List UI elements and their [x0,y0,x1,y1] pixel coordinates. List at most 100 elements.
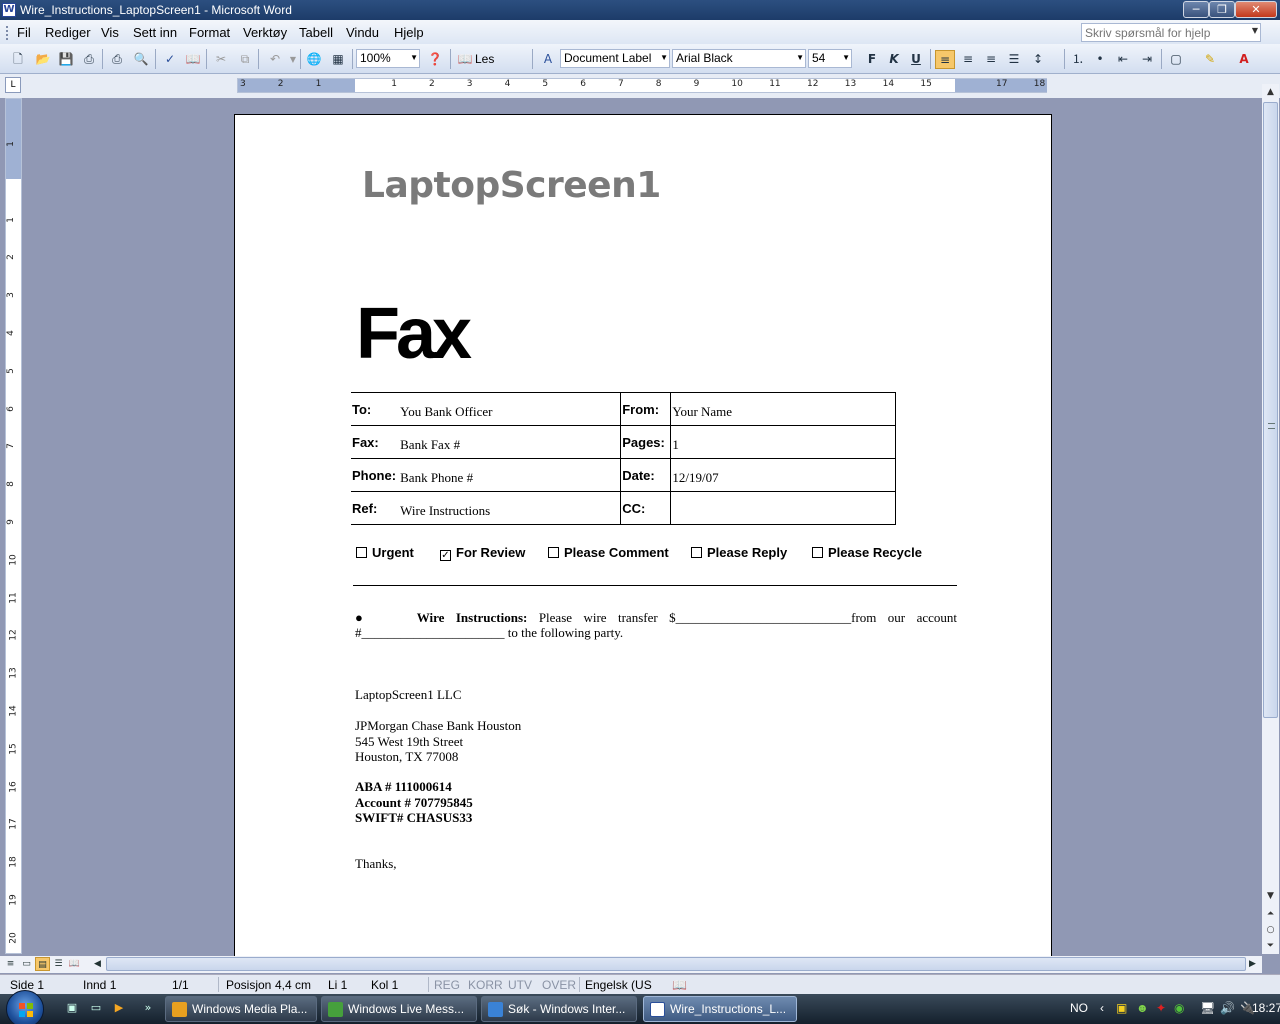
undo-icon[interactable]: ↶ [265,50,285,69]
help-icon[interactable]: ❓ [425,50,445,69]
menu-sett-inn[interactable]: Sett inn [133,25,177,40]
bullet-list-icon[interactable]: • [1090,50,1110,69]
table-icon[interactable]: ▦ [328,50,348,69]
open-folder-icon[interactable]: 📂 [33,50,53,69]
task-windows-media-player[interactable]: Windows Media Pla... [165,996,317,1022]
task-internet-explorer[interactable]: Søk - Windows Inter... [481,996,637,1022]
cc-value[interactable] [670,491,896,525]
vertical-scrollbar[interactable]: ▲ ▼ ⏶ ○ ⏷ [1262,84,1279,954]
tray-expand-icon[interactable]: ‹ [1100,1001,1104,1015]
closing-text[interactable]: Thanks, [355,856,397,872]
please-recycle-checkbox[interactable]: Please Recycle [812,545,922,560]
permission-icon[interactable]: ⎙ [79,50,99,69]
scroll-thumb[interactable] [106,957,1246,971]
cut-icon[interactable]: ✂ [211,50,231,69]
menu-format[interactable]: Format [189,25,230,40]
media-player-icon[interactable]: ▶ [111,1001,127,1017]
chevron-down-icon[interactable]: ▼ [842,53,850,62]
word-app-icon[interactable]: W [2,3,16,17]
chevron-down-icon[interactable]: ▼ [410,53,418,62]
browse-object-icon[interactable]: ○ [1262,922,1279,938]
scroll-up-icon[interactable]: ▲ [1262,84,1279,100]
tray-app-icon[interactable]: ▣ [1116,1001,1127,1015]
bank-address[interactable]: JPMorgan Chase Bank Houston 545 West 19t… [355,718,521,765]
clock[interactable]: 18:27 [1252,1001,1280,1015]
increase-indent-icon[interactable]: ⇥ [1137,50,1157,69]
urgent-checkbox[interactable]: Urgent [356,545,414,560]
underline-button[interactable]: U [906,50,926,69]
copy-icon[interactable]: ⧉ [235,50,255,69]
chevron-down-icon[interactable]: ▼ [660,53,668,62]
menu-tabell[interactable]: Tabell [299,25,333,40]
show-desktop-icon[interactable]: ▣ [64,1001,80,1017]
web-layout-icon[interactable]: ▭ [19,957,34,971]
italic-button[interactable]: K [884,50,904,69]
menu-hjelp[interactable]: Hjelp [394,25,424,40]
quicklaunch-more-icon[interactable]: » [140,1001,156,1017]
horizontal-ruler[interactable]: 3 2 1 1 2 3 4 5 6 7 8 9 10 11 12 13 14 15 17 18 [237,78,1047,93]
previous-page-icon[interactable]: ⏶ [1262,906,1279,922]
help-search-box[interactable]: ▼ [1081,23,1261,42]
task-word-document[interactable]: Wire_Instructions_L... [643,996,797,1022]
fax-value[interactable]: Bank Fax # [399,425,622,459]
menu-verktoy[interactable]: Verktøy [243,25,287,40]
chevron-down-icon[interactable]: ▼ [796,53,804,62]
font-select[interactable]: Arial Black ▼ [672,49,806,68]
read-mode-label[interactable]: Les [475,52,494,66]
horizontal-scrollbar[interactable]: ◀ ▶ [90,956,1260,973]
help-search-input[interactable] [1085,25,1245,40]
save-icon[interactable]: 💾 [56,50,76,69]
vertical-ruler[interactable]: 1 1 2 3 4 5 6 7 8 9 10 11 12 13 14 15 16 17 18 19 20 [5,98,22,954]
styles-pane-icon[interactable]: A [538,50,558,69]
start-button[interactable] [6,990,44,1024]
company-name[interactable]: LaptopScreen1 LLC [355,687,462,703]
scroll-thumb[interactable] [1263,102,1278,718]
menu-vindu[interactable]: Vindu [346,25,379,40]
font-color-icon[interactable]: A [1234,50,1254,69]
decrease-indent-icon[interactable]: ⇤ [1113,50,1133,69]
for-review-checkbox[interactable]: ✓ For Review [440,545,525,561]
menu-grip[interactable] [6,26,8,40]
status-trk[interactable]: KORR [468,978,503,992]
from-value[interactable]: Your Name [670,392,896,426]
input-language[interactable]: NO [1070,1001,1088,1015]
checkbox-icon[interactable] [691,547,702,558]
bold-button[interactable]: F [862,50,882,69]
checkbox-icon[interactable] [548,547,559,558]
wire-instructions-paragraph[interactable]: ● Wire Instructions: Please wire transfe… [355,610,957,640]
volume-tray-icon[interactable]: 🔊 [1220,1001,1235,1015]
highlight-icon[interactable]: ✎ [1200,50,1220,69]
borders-icon[interactable]: ▢ [1166,50,1186,69]
justify-icon[interactable]: ☰ [1004,50,1024,69]
print-layout-icon[interactable]: ▤ [35,957,50,971]
reading-layout-icon[interactable]: 📖 [67,957,82,971]
tab-selector[interactable]: L [5,77,21,93]
font-size-select[interactable]: 54 ▼ [808,49,852,68]
line-spacing-icon[interactable]: ↕ [1028,50,1048,69]
network-tray-icon[interactable]: 🖥 [1200,1001,1215,1015]
bank-codes[interactable]: ABA # 111000614 Account # 707795845 SWIF… [355,779,473,826]
update-tray-icon[interactable]: ◉ [1174,1001,1184,1015]
minimize-button[interactable]: ─ [1183,1,1209,18]
spelling-status-icon[interactable]: 📖 [672,978,687,992]
zoom-select[interactable]: 100% ▼ [356,49,420,68]
align-left-icon[interactable]: ≡ [935,50,955,69]
menu-fil[interactable]: Fil [17,25,31,40]
messenger-tray-icon[interactable]: ☻ [1136,1001,1149,1015]
checkbox-icon[interactable] [812,547,823,558]
spelling-icon[interactable]: ✓ [160,50,180,69]
menu-vis[interactable]: Vis [101,25,119,40]
document-page[interactable]: LaptopScreen1 Fax To: You Bank Officer F… [234,114,1052,956]
menu-rediger[interactable]: Rediger [45,25,91,40]
normal-view-icon[interactable]: ≡ [3,957,18,971]
checkbox-icon[interactable] [356,547,367,558]
next-page-icon[interactable]: ⏷ [1262,938,1279,954]
switch-windows-icon[interactable]: ▭ [88,1001,104,1017]
pages-value[interactable]: 1 [670,425,896,459]
status-rec[interactable]: REG [434,978,460,992]
account-blank[interactable]: ______________________ [362,625,505,640]
outline-view-icon[interactable]: ☰ [51,957,66,971]
status-ovr[interactable]: OVER [542,978,576,992]
scroll-right-icon[interactable]: ▶ [1245,957,1260,971]
research-icon[interactable]: 📖 [183,50,203,69]
